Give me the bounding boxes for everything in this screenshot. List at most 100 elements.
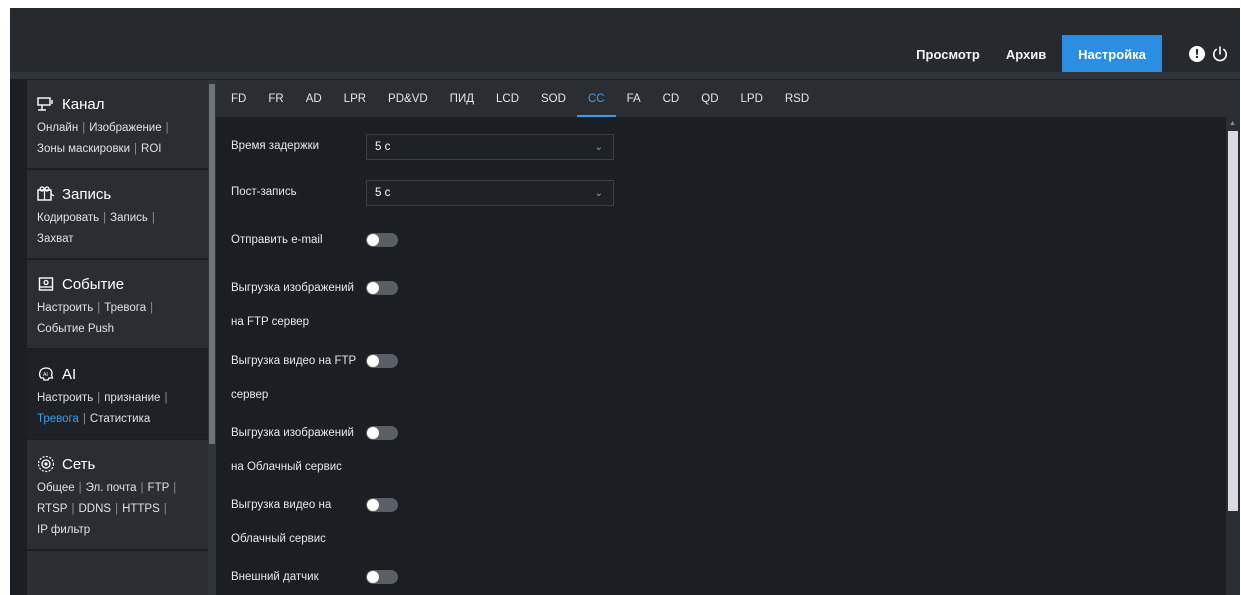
sidebar-link-image[interactable]: Изображение (89, 122, 161, 134)
tab-fr[interactable]: FR (257, 80, 294, 117)
post-record-label: Пост-запись (231, 186, 297, 198)
sidebar-head-event[interactable]: Событие (37, 270, 208, 298)
sidebar-head-ai[interactable]: AI AI (37, 360, 208, 388)
post-record-row: Пост-запись 5 с ⌄ (231, 180, 614, 206)
sidebar-link-online[interactable]: Онлайн (37, 122, 78, 134)
network-icon (37, 455, 55, 473)
delay-select[interactable]: 5 с ⌄ (366, 134, 614, 160)
sidebar-scroll-thumb[interactable] (209, 84, 215, 444)
sidebar-link-rtsp[interactable]: RTSP (37, 503, 67, 515)
chevron-down-icon: ⌄ (594, 141, 603, 153)
tab-fd[interactable]: FD (220, 80, 257, 117)
sidebar-link-ai-alarm[interactable]: Тревога (37, 413, 79, 425)
ai-icon: AI (37, 365, 55, 383)
sidebar-section-record: Запись Кодировать | Запись | Захват (27, 170, 208, 260)
ext-sensor-toggle[interactable] (366, 570, 398, 584)
sidebar-link-statistics[interactable]: Статистика (90, 413, 150, 425)
sidebar-link-email[interactable]: Эл. почта (86, 482, 137, 494)
tab-lcd[interactable]: LCD (485, 80, 530, 117)
send-email-toggle[interactable] (366, 233, 398, 247)
sidebar-links-event: Настроить | Тревога | Событие Push (37, 302, 154, 335)
sidebar-head-record[interactable]: Запись (37, 180, 208, 208)
sidebar-title-record: Запись (62, 185, 112, 203)
sidebar-link-event-push[interactable]: Событие Push (37, 323, 114, 335)
chevron-down-icon: ⌄ (594, 187, 603, 199)
content-scroll-thumb[interactable] (1228, 131, 1238, 511)
sidebar-links-ai: Настроить | признание | Тревога | Статистика (37, 392, 168, 425)
sidebar-link-ai-configure[interactable]: Настроить (37, 392, 93, 404)
tab-qd[interactable]: QD (690, 80, 729, 117)
sidebar-link-ip-filter[interactable]: IP фильтр (37, 524, 90, 536)
ftp-image-toggle[interactable] (366, 281, 398, 295)
sidebar-link-ddns[interactable]: DDNS (78, 503, 111, 515)
sidebar-title-ai: AI (62, 365, 77, 383)
nav-view[interactable]: Просмотр (906, 35, 990, 73)
sidebar-link-general[interactable]: Общее (37, 482, 75, 494)
cloud-image-row: Выгрузка изображений на Облачный сервис (231, 421, 398, 479)
tab-lpr[interactable]: LPR (333, 80, 377, 117)
nav-archive[interactable]: Архив (990, 35, 1062, 73)
sidebar: Канал Онлайн | Изображение | Зоны маскировк… (27, 80, 208, 595)
sidebar-link-capture[interactable]: Захват (37, 233, 73, 245)
tab-cc[interactable]: CC (576, 80, 616, 117)
cc-settings-form: Время задержки 5 с ⌄ Пост-запись 5 с ⌄ О… (216, 117, 1226, 595)
sidebar-link-https[interactable]: HTTPS (122, 503, 160, 515)
sidebar-link-masking[interactable]: Зоны маскировки (37, 143, 130, 155)
scroll-up-icon[interactable]: ▲ (1229, 120, 1236, 127)
alert-icon[interactable]: ! (1189, 46, 1205, 62)
cloud-image-label-line1: Выгрузка изображений (231, 427, 354, 439)
nav-settings[interactable]: Настройка (1062, 35, 1162, 73)
sidebar-link-configure[interactable]: Настроить (37, 302, 93, 314)
tab-lpd[interactable]: LPD (730, 80, 774, 117)
sidebar-head-channel[interactable]: Канал (37, 90, 208, 118)
tab-sod[interactable]: SOD (530, 80, 577, 117)
record-icon (37, 185, 55, 203)
header-divider (10, 72, 1240, 79)
app-window: Просмотр Архив Настройка ! Канал Онлайн … (10, 8, 1240, 595)
sidebar-head-network[interactable]: Сеть (37, 450, 208, 478)
sidebar-link-encode[interactable]: Кодировать (37, 212, 99, 224)
cloud-image-toggle[interactable] (366, 426, 398, 440)
content-scrollbar[interactable]: ▲ (1226, 117, 1240, 595)
ftp-video-label-line2: сервер (231, 389, 269, 401)
sidebar-section-channel: Канал Онлайн | Изображение | Зоны маскировк… (27, 80, 208, 170)
delay-label: Время задержки (231, 140, 320, 152)
tab-rsd[interactable]: RSD (774, 80, 820, 117)
sidebar-link-recognition[interactable]: признание (104, 392, 160, 404)
tab-cd[interactable]: CD (652, 80, 691, 117)
cloud-video-label-line2: Облачный сервис (231, 533, 326, 545)
ftp-video-toggle[interactable] (366, 354, 398, 368)
main-panel: FD FR AD LPR PD&VD ПИД LCD SOD CC FA CD … (216, 80, 1240, 595)
sidebar-section-event: Событие Настроить | Тревога | Событие Push (27, 260, 208, 350)
ftp-video-row: Выгрузка видео на FTP сервер (231, 349, 398, 407)
camera-icon (37, 95, 55, 113)
ftp-image-label-line2: на FTP сервер (231, 316, 309, 328)
sidebar-link-alarm[interactable]: Тревога (104, 302, 146, 314)
ftp-video-label-line1: Выгрузка видео на FTP (231, 355, 357, 367)
top-bar: Просмотр Архив Настройка ! (10, 8, 1240, 73)
sidebar-link-roi[interactable]: ROI (141, 143, 161, 155)
cloud-video-label-line1: Выгрузка видео на (231, 499, 332, 511)
event-icon (37, 275, 55, 293)
cloud-video-label: Выгрузка видео на Облачный сервис (231, 493, 366, 551)
sidebar-link-ftp[interactable]: FTP (148, 482, 170, 494)
post-record-select[interactable]: 5 с ⌄ (366, 180, 614, 206)
tab-ad[interactable]: AD (295, 80, 333, 117)
tab-pdvd[interactable]: PD&VD (377, 80, 439, 117)
tab-pid[interactable]: ПИД (439, 80, 485, 117)
sidebar-link-record[interactable]: Запись (110, 212, 148, 224)
sidebar-links-channel: Онлайн | Изображение | Зоны маскировки | ROI (37, 122, 169, 155)
cloud-image-label-line2: на Облачный сервис (231, 461, 342, 473)
sidebar-links-record: Кодировать | Запись | Захват (37, 212, 155, 245)
cloud-image-label: Выгрузка изображений на Облачный сервис (231, 421, 366, 479)
cloud-video-toggle[interactable] (366, 498, 398, 512)
power-icon[interactable] (1211, 45, 1229, 63)
send-email-label: Отправить e-mail (231, 234, 323, 246)
tab-fa[interactable]: FA (616, 80, 652, 117)
delay-value: 5 с (375, 141, 391, 153)
sidebar-links-network: Общее | Эл. почта | FTP | RTSP | DDNS | HTTPS | IP… (37, 482, 177, 536)
sidebar-section-ai: AI AI Настроить | признание | Тревога | Стати… (27, 350, 208, 440)
ftp-image-label-line1: Выгрузка изображений (231, 282, 354, 294)
top-icons: ! (1189, 45, 1229, 63)
sidebar-scrollbar[interactable] (208, 80, 216, 595)
